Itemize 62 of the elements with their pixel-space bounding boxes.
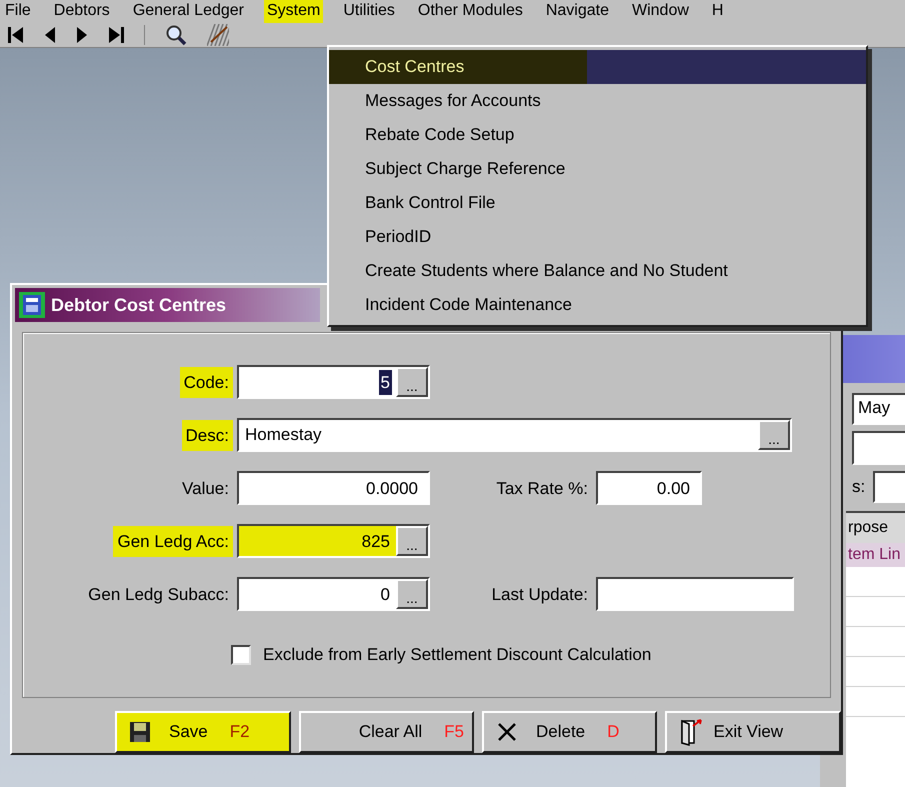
close-icon — [496, 721, 518, 743]
previous-record-icon[interactable] — [44, 26, 56, 44]
menu-item[interactable]: Messages for Accounts — [329, 84, 866, 118]
input-field[interactable] — [596, 577, 794, 612]
menu-item[interactable]: Subject Charge Reference — [329, 152, 866, 186]
hatched-tool-icon[interactable] — [207, 24, 229, 46]
menu-bar-item[interactable]: System — [264, 0, 324, 23]
input-field[interactable]: 5 ... — [237, 365, 430, 400]
menu-item[interactable]: Bank Control File — [329, 186, 866, 220]
field-label: Gen Ledg Acc: — [113, 526, 233, 558]
input-field[interactable]: 0.00 — [596, 471, 702, 506]
field-label: Gen Ledg Subacc: — [87, 584, 230, 606]
lookup-button[interactable]: ... — [396, 367, 428, 398]
menu-item[interactable]: Cost Centres — [329, 50, 866, 84]
field-label: Value: — [181, 478, 230, 500]
field-value: 5 — [378, 370, 392, 396]
next-record-icon[interactable] — [76, 26, 88, 44]
door-icon — [679, 718, 704, 746]
input-field[interactable]: 0 ... — [237, 577, 430, 612]
menu-bar-item[interactable]: Utilities — [340, 0, 398, 23]
menu-item[interactable]: Rebate Code Setup — [329, 118, 866, 152]
menu-bar-item[interactable]: General Ledger — [130, 0, 247, 23]
menu-item[interactable]: Incident Code Maintenance — [329, 288, 866, 322]
field-label: s: — [852, 476, 866, 498]
field-value: 825 — [360, 530, 391, 553]
dialog-title: Debtor Cost Centres — [51, 294, 226, 317]
menu-bar-item[interactable]: Navigate — [542, 0, 612, 23]
search-icon[interactable] — [165, 24, 187, 46]
date-field[interactable]: May — [852, 393, 905, 425]
first-record-icon[interactable] — [8, 26, 24, 44]
clear-all-button[interactable]: Clear All F5 — [298, 711, 474, 753]
lookup-button[interactable]: ... — [758, 420, 790, 450]
lookup-button[interactable]: ... — [396, 579, 428, 610]
field-label: Tax Rate %: — [495, 478, 589, 500]
menu-bar-item[interactable]: File — [2, 0, 34, 23]
field-value: Homestay — [244, 425, 323, 444]
lookup-button[interactable]: ... — [396, 526, 428, 556]
menu-bar-item[interactable]: Debtors — [50, 0, 113, 23]
menu-bar-item[interactable]: H — [708, 0, 726, 23]
save-button[interactable]: Save F2 — [115, 711, 290, 753]
field-value: 0 — [380, 584, 391, 606]
field-value: 0.00 — [656, 478, 691, 500]
input-field[interactable] — [873, 471, 905, 503]
exit-view-button[interactable]: Exit View — [665, 711, 841, 753]
delete-button[interactable]: Delete D — [482, 711, 658, 753]
field-label: Code: — [180, 366, 233, 398]
input-field[interactable]: 825 ... — [237, 524, 430, 558]
field-label: Last Update: — [490, 584, 589, 606]
calculator-icon — [19, 292, 45, 318]
column-header: rpose — [846, 513, 905, 543]
input-field[interactable]: 0.0000 — [237, 471, 430, 506]
field-label: Desc: — [182, 420, 233, 452]
last-record-icon[interactable] — [108, 26, 124, 44]
field-value: 0.0000 — [365, 478, 419, 500]
table-cell: tem Lin — [846, 543, 905, 567]
menu-item[interactable]: PeriodID — [329, 220, 866, 254]
input-field[interactable]: Homestay ... — [237, 418, 792, 452]
menu-bar-item[interactable]: Window — [629, 0, 692, 23]
menu-item[interactable]: Create Students where Balance and No Student — [329, 254, 866, 288]
checkbox-label: Exclude from Early Settlement Discount Calculation — [263, 644, 652, 666]
checkbox[interactable] — [231, 645, 251, 666]
menu-bar-item[interactable]: Other Modules — [414, 0, 526, 23]
